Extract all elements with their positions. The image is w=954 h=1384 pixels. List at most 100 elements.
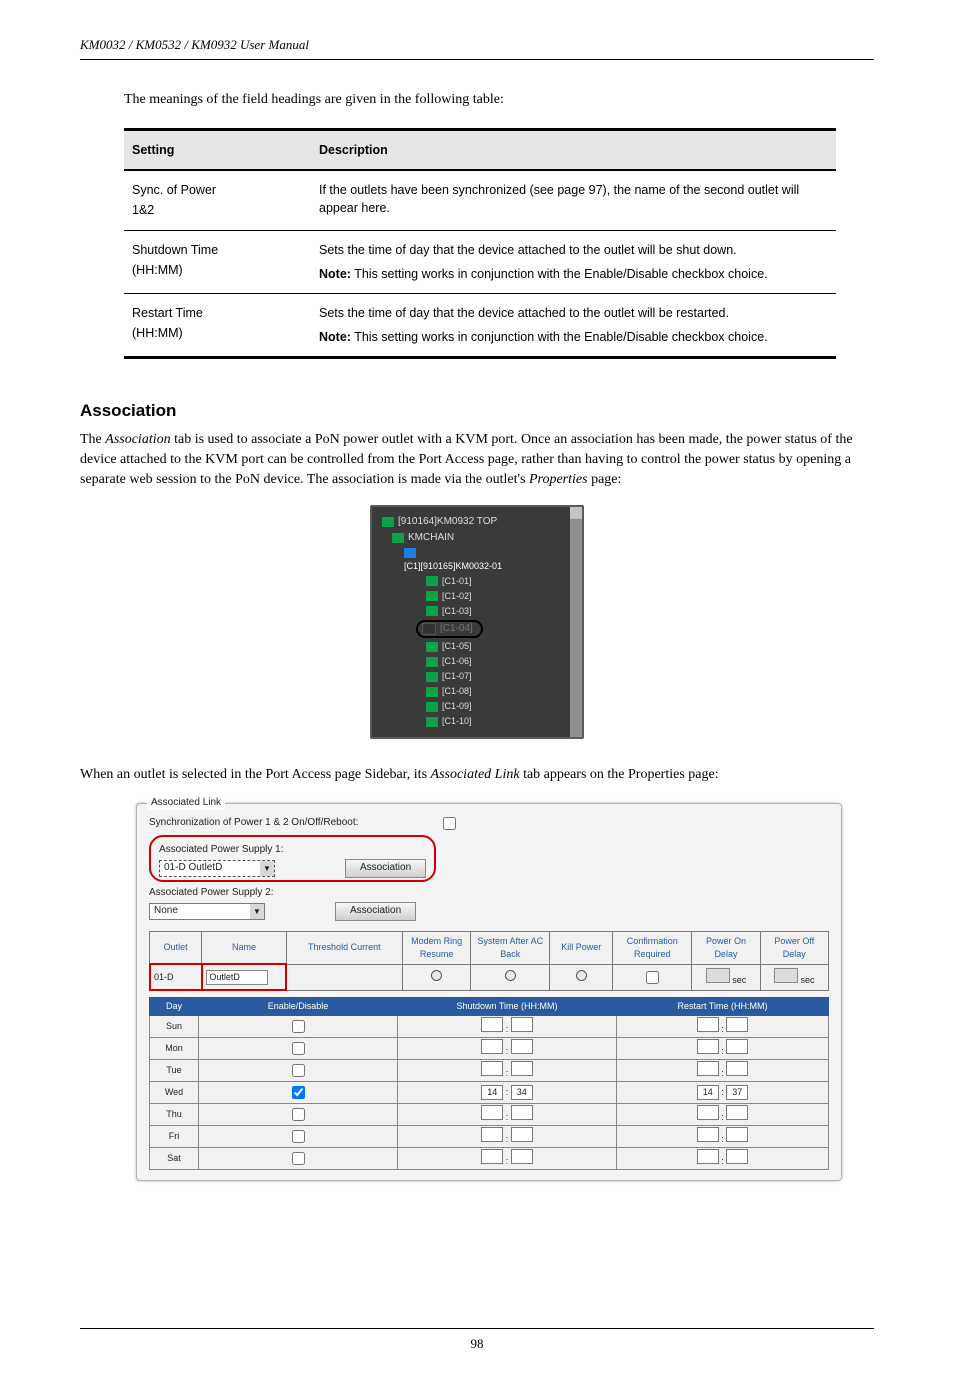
- day-tue: Tue: [150, 1060, 199, 1082]
- restart-m[interactable]: [726, 1127, 748, 1142]
- day-row: Sat : :: [150, 1148, 829, 1170]
- associated-link-panel: Associated Link Synchronization of Power…: [136, 803, 842, 1181]
- kill-radio[interactable]: [576, 970, 587, 981]
- shutdown-h[interactable]: [481, 1127, 503, 1142]
- restart-m[interactable]: [726, 1149, 748, 1164]
- restart-h[interactable]: [697, 1127, 719, 1142]
- day-row: Wed14 : 3414 : 37: [150, 1082, 829, 1104]
- association-button[interactable]: Association: [345, 859, 426, 878]
- restart-h[interactable]: [697, 1061, 719, 1076]
- restart-m[interactable]: [726, 1017, 748, 1032]
- enable-checkbox[interactable]: [292, 1042, 305, 1055]
- port-item[interactable]: [C1-05]: [442, 640, 472, 653]
- t-italic: Properties: [529, 472, 588, 487]
- association-button[interactable]: Association: [335, 902, 416, 921]
- shutdown-h[interactable]: [481, 1149, 503, 1164]
- day-fri: Fri: [150, 1126, 199, 1148]
- tree-chain[interactable]: KMCHAIN: [408, 531, 454, 546]
- outlet-table: Outlet Name Threshold Current Modem Ring…: [149, 931, 829, 991]
- section-title: Association: [80, 399, 874, 424]
- shutdown-m[interactable]: [511, 1039, 533, 1054]
- col-enable: Enable/Disable: [199, 997, 398, 1015]
- shutdown-m[interactable]: 34: [511, 1085, 533, 1100]
- port-item[interactable]: [C1-03]: [442, 605, 472, 618]
- modem-radio[interactable]: [431, 970, 442, 981]
- restart-m[interactable]: [726, 1039, 748, 1054]
- settings-table: Setting Description Sync. of Power 1&2 I…: [124, 128, 836, 359]
- enable-checkbox[interactable]: [292, 1130, 305, 1143]
- aps2-select[interactable]: None ▼: [149, 903, 265, 920]
- col-day: Day: [150, 997, 199, 1015]
- enable-checkbox[interactable]: [292, 1086, 305, 1099]
- restart-m[interactable]: 37: [726, 1085, 748, 1100]
- port-icon: [422, 623, 436, 635]
- table-row: Restart Time (HH:MM) Sets the time of da…: [124, 293, 836, 357]
- power-on-delay-input[interactable]: [706, 968, 730, 983]
- shutdown-m[interactable]: [511, 1061, 533, 1076]
- port-icon: [426, 672, 438, 682]
- restart-h[interactable]: 14: [697, 1085, 719, 1100]
- aps1-select[interactable]: 01-D OutletD ▼: [159, 860, 275, 877]
- shutdown-m[interactable]: [511, 1017, 533, 1032]
- shutdown-m[interactable]: [511, 1105, 533, 1120]
- t: When an outlet is selected in the Port A…: [80, 767, 431, 782]
- col-outlet: Outlet: [150, 931, 202, 964]
- port-item[interactable]: [C1-10]: [442, 715, 472, 728]
- table-row: Sync. of Power 1&2 If the outlets have b…: [124, 170, 836, 230]
- shutdown-m[interactable]: [511, 1127, 533, 1142]
- power-off-delay-input[interactable]: [774, 968, 798, 983]
- sys-radio[interactable]: [505, 970, 516, 981]
- col-sys: System After AC Back: [471, 931, 550, 964]
- col-restart: Restart Time (HH:MM): [617, 997, 829, 1015]
- confirm-checkbox[interactable]: [646, 971, 659, 984]
- restart-h[interactable]: [697, 1017, 719, 1032]
- port-icon: [426, 606, 438, 616]
- enable-checkbox[interactable]: [292, 1020, 305, 1033]
- day-thu: Thu: [150, 1104, 199, 1126]
- outlet-name-input[interactable]: OutletD: [206, 970, 268, 985]
- scrollbar[interactable]: [570, 507, 582, 737]
- col-shutdown: Shutdown Time (HH:MM): [398, 997, 617, 1015]
- restart-h[interactable]: [697, 1149, 719, 1164]
- t: page:: [588, 472, 622, 487]
- port-item[interactable]: [C1-01]: [442, 575, 472, 588]
- day-sun: Sun: [150, 1016, 199, 1038]
- sidebar-tree[interactable]: [910164]KM0932 TOP KMCHAIN [C1][910165]K…: [370, 505, 584, 739]
- day-row: Mon : :: [150, 1038, 829, 1060]
- restart-m[interactable]: [726, 1061, 748, 1076]
- port-item[interactable]: [C1-07]: [442, 670, 472, 683]
- shutdown-h[interactable]: 14: [481, 1085, 503, 1100]
- aps2-value: None: [154, 904, 178, 919]
- shutdown-h[interactable]: [481, 1039, 503, 1054]
- enable-checkbox[interactable]: [292, 1064, 305, 1077]
- port-item[interactable]: [C1-02]: [442, 590, 472, 603]
- t: tab is used to associate a PoN power out…: [80, 432, 853, 488]
- row1-note: This setting works in conjunction with t…: [354, 267, 767, 281]
- port-icon: [426, 576, 438, 586]
- day-wed: Wed: [150, 1082, 199, 1104]
- restart-m[interactable]: [726, 1105, 748, 1120]
- enable-checkbox[interactable]: [292, 1152, 305, 1165]
- tree-root[interactable]: [910164]KM0932 TOP: [398, 515, 497, 530]
- day-table: Day Enable/Disable Shutdown Time (HH:MM)…: [149, 997, 829, 1170]
- aps1-value: 01-D OutletD: [164, 861, 222, 876]
- aps1-label: Associated Power Supply 1:: [159, 843, 319, 858]
- outlet-threshold: [286, 964, 402, 990]
- sync-checkbox[interactable]: [443, 817, 456, 830]
- row2-desc: Sets the time of day that the device att…: [319, 304, 822, 322]
- shutdown-m[interactable]: [511, 1149, 533, 1164]
- restart-h[interactable]: [697, 1039, 719, 1054]
- tree-sub[interactable]: [C1][910165]KM0032-01: [404, 560, 502, 573]
- restart-h[interactable]: [697, 1105, 719, 1120]
- port-item-selected[interactable]: [C1-04]: [440, 622, 473, 637]
- port-icon: [426, 687, 438, 697]
- panel-title: Associated Link: [147, 796, 225, 811]
- port-item[interactable]: [C1-06]: [442, 655, 472, 668]
- enable-checkbox[interactable]: [292, 1108, 305, 1121]
- shutdown-h[interactable]: [481, 1061, 503, 1076]
- port-item[interactable]: [C1-08]: [442, 685, 472, 698]
- shutdown-h[interactable]: [481, 1105, 503, 1120]
- port-item[interactable]: [C1-09]: [442, 700, 472, 713]
- callout-selected-port[interactable]: [C1-04]: [416, 620, 483, 639]
- shutdown-h[interactable]: [481, 1017, 503, 1032]
